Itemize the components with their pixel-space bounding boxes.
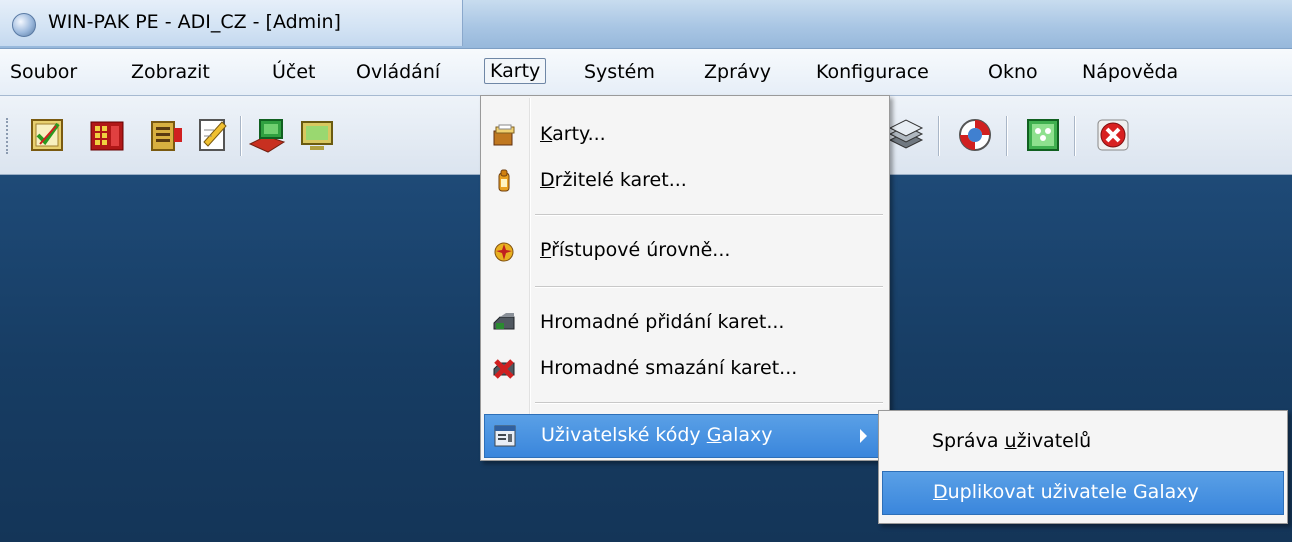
edit-note-icon[interactable] [192,114,234,156]
toolbar-separator [1074,116,1076,156]
submenu-item-label: Duplikovat uživatele Galaxy [933,481,1199,503]
users-screen-icon[interactable] [1022,114,1064,156]
map-icon[interactable] [246,114,288,156]
submenu-arrow-icon [860,429,867,443]
app-icon [12,13,36,37]
galaxy-codes-icon [493,424,517,448]
menu-karty[interactable]: Karty [484,58,547,84]
menu-system[interactable]: Systém [584,59,655,85]
door-panel-icon[interactable] [86,114,128,156]
menu-konfigurace[interactable]: Konfigurace [816,59,929,85]
menu-item-label: Přístupové úrovně... [540,239,731,261]
menu-item-label: Hromadné přidání karet... [540,311,785,333]
submenu-item-duplikovat-uzivatele[interactable]: Duplikovat uživatele Galaxy [882,471,1284,515]
access-level-icon [492,239,516,263]
exit-icon[interactable] [1092,114,1134,156]
menu-bar: Soubor Zobrazit Účet Ovládání Karty Syst… [0,49,1292,96]
submenu-item-sprava-uzivatelu[interactable]: Správa uživatelů [882,421,1282,463]
galaxy-submenu: Správa uživatelů Duplikovat uživatele Ga… [878,410,1288,524]
menu-ovladani[interactable]: Ovládání [356,59,440,85]
menu-napoveda[interactable]: Nápověda [1082,59,1178,85]
monitor-icon[interactable] [296,114,338,156]
toolbar-separator [938,116,940,156]
menu-zobrazit[interactable]: Zobrazit [131,59,210,85]
menu-item-pristupove-urovne[interactable]: Přístupové úrovně... [484,230,884,272]
layers-icon[interactable] [884,114,926,156]
menu-item-hromadne-smazani[interactable]: Hromadné smazání karet... [484,348,884,390]
menu-separator [535,286,883,288]
toolbar-separator [1006,116,1008,156]
title-bar: WIN-PAK PE - ADI_CZ - [Admin] [0,0,1292,49]
batch-delete-icon [492,357,516,381]
cardholder-icon [492,169,516,193]
check-card-icon[interactable] [26,114,68,156]
window-title: WIN-PAK PE - ADI_CZ - [Admin] [48,11,341,33]
submenu-item-label: Správa uživatelů [932,430,1092,452]
reader-panel-icon[interactable] [146,114,188,156]
menu-item-label: Uživatelské kódy Galaxy [541,424,773,446]
menu-separator [535,214,883,216]
toolbar-separator [240,116,242,156]
menu-okno[interactable]: Okno [988,59,1038,85]
menu-item-uzivatelske-kody-galaxy[interactable]: Uživatelské kódy Galaxy [484,414,886,458]
menu-item-karty[interactable]: Karty... [484,114,884,156]
toolbar-grip[interactable] [6,118,12,154]
menu-soubor[interactable]: Soubor [10,59,77,85]
karty-menu: Karty... Držitelé karet... Přístupové úr… [480,95,890,461]
menu-separator [535,402,883,404]
menu-zpravy[interactable]: Zprávy [704,59,771,85]
menu-item-label: Držitelé karet... [540,169,687,191]
title-tab: WIN-PAK PE - ADI_CZ - [Admin] [0,0,463,46]
menu-item-label: Hromadné smazání karet... [540,357,798,379]
menu-item-drzitele-karet[interactable]: Držitelé karet... [484,160,884,202]
cards-icon [492,123,516,147]
lifebuoy-icon[interactable] [954,114,996,156]
batch-add-icon [492,311,516,335]
menu-item-label: Karty... [540,123,606,145]
menu-item-hromadne-pridani[interactable]: Hromadné přidání karet... [484,302,884,344]
menu-ucet[interactable]: Účet [272,59,316,85]
